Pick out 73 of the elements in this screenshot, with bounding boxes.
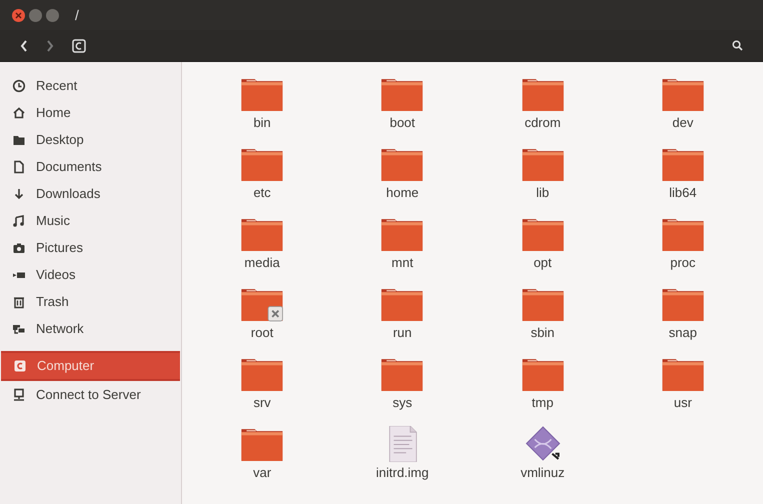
file-name: dev: [672, 116, 694, 129]
folder-icon[interactable]: [520, 356, 565, 392]
folder-icon[interactable]: [520, 216, 565, 252]
computer-icon: [13, 359, 27, 373]
folder-icon[interactable]: [380, 76, 424, 112]
folder-icon[interactable]: [660, 146, 705, 182]
folder-icon[interactable]: [380, 286, 424, 322]
folder-icon[interactable]: [240, 146, 284, 182]
file-name: lib64: [669, 186, 697, 199]
sidebar-item[interactable]: Network: [0, 315, 181, 342]
file-name: sys: [392, 396, 412, 409]
sidebar-item[interactable]: Downloads: [0, 180, 181, 207]
folder-icon[interactable]: [240, 216, 284, 252]
file-name: tmp: [532, 396, 554, 409]
folder-icon[interactable]: [520, 146, 565, 182]
sidebar-item[interactable]: Recent: [0, 72, 181, 99]
folder-icon[interactable]: [660, 286, 705, 322]
file-name: sbin: [530, 326, 555, 339]
file-name: cdrom: [524, 116, 561, 129]
computer-icon[interactable]: [72, 38, 86, 52]
file-name: media: [244, 256, 280, 269]
file-name: lib: [536, 186, 550, 199]
sidebar-item[interactable]: Pictures: [0, 234, 181, 261]
file-name: home: [386, 186, 419, 199]
close-button[interactable]: [12, 8, 25, 22]
folder-icon[interactable]: [520, 76, 565, 112]
file-name: run: [392, 326, 412, 339]
file-name: boot: [390, 116, 416, 129]
file-name: root: [250, 326, 274, 339]
file-name: proc: [670, 256, 696, 269]
file-name: var: [253, 466, 272, 479]
folder-icon[interactable]: [240, 286, 284, 322]
folder-icon[interactable]: [660, 216, 705, 252]
folder-icon[interactable]: [380, 356, 424, 392]
file-name: bin: [253, 116, 271, 129]
home-icon: [12, 106, 26, 120]
folder-icon[interactable]: [240, 426, 284, 462]
file-name: srv: [253, 396, 271, 409]
folder-icon[interactable]: [520, 286, 565, 322]
back-icon[interactable]: [20, 40, 28, 52]
file-name: usr: [674, 396, 692, 409]
music-icon: [12, 214, 26, 228]
downloads-icon: [12, 186, 26, 200]
trash-icon: [12, 294, 26, 308]
file-name: mnt: [392, 256, 414, 269]
folder-icon[interactable]: [240, 76, 284, 112]
sidebar-item[interactable]: Music: [0, 207, 181, 234]
maximize-button[interactable]: [46, 8, 59, 22]
folder-icon[interactable]: [380, 216, 424, 252]
sidebar-item[interactable]: Connect to Server: [0, 381, 181, 408]
sidebar-item[interactable]: Trash: [0, 288, 181, 315]
server-icon: [12, 388, 26, 402]
window-title: /: [75, 6, 79, 24]
sidebar-item[interactable]: Desktop: [0, 126, 181, 153]
recent-icon: [12, 78, 26, 92]
folder-icon[interactable]: [380, 146, 424, 182]
folder-icon[interactable]: [240, 356, 284, 392]
documents-icon: [12, 160, 26, 174]
pictures-icon: [12, 240, 26, 254]
file-name: initrd.img: [376, 466, 429, 479]
close-icon: [15, 12, 22, 18]
search-icon[interactable]: [732, 40, 743, 51]
file-name: opt: [534, 256, 552, 269]
folder-icon[interactable]: [660, 356, 705, 392]
sidebar-item[interactable]: Home: [0, 99, 181, 126]
file-name: snap: [668, 326, 697, 339]
file-name: etc: [253, 186, 271, 199]
folder-icon[interactable]: [660, 76, 705, 112]
sidebar-item[interactable]: Videos: [0, 261, 181, 288]
file-name: vmlinuz: [520, 466, 565, 479]
forward-icon[interactable]: [46, 40, 54, 52]
sidebar-item[interactable]: Documents: [0, 153, 181, 180]
minimize-button[interactable]: [29, 8, 42, 22]
